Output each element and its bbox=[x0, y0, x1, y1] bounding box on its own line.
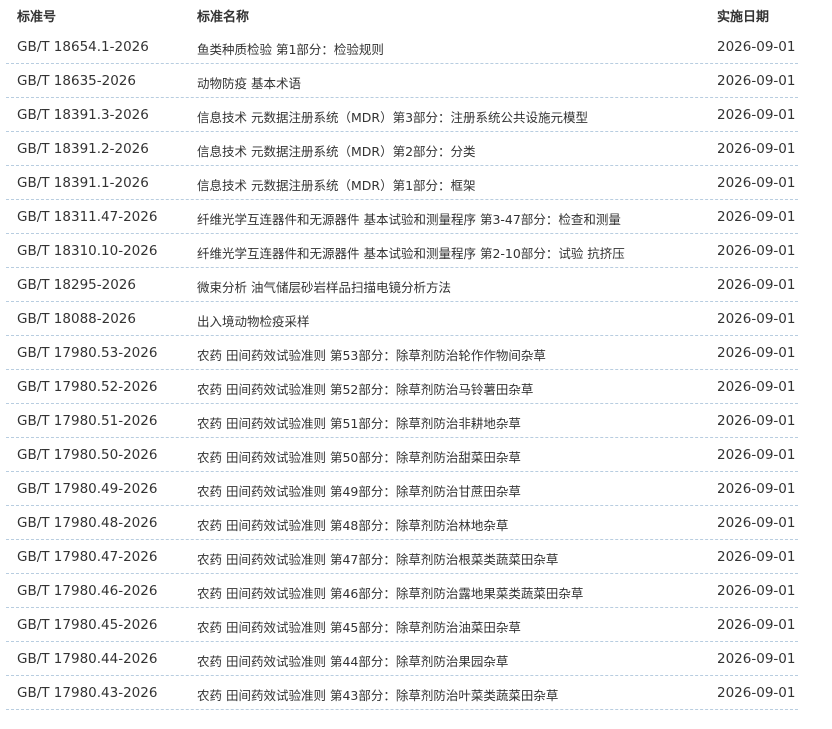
effective-date: 2026-09-01 bbox=[717, 243, 796, 259]
effective-date: 2026-09-01 bbox=[717, 311, 796, 327]
effective-date: 2026-09-01 bbox=[717, 447, 796, 463]
effective-date: 2026-09-01 bbox=[717, 685, 796, 701]
effective-date: 2026-09-01 bbox=[717, 413, 796, 429]
header-standard-name: 标准名称 bbox=[197, 10, 250, 25]
standard-name-link[interactable]: 信息技术 元数据注册系统（MDR）第1部分：框架 bbox=[197, 175, 476, 194]
standard-name-link[interactable]: 出入境动物检疫采样 bbox=[197, 311, 310, 330]
standard-name-link[interactable]: 农药 田间药效试验准则 第44部分：除草剂防治果园杂草 bbox=[197, 651, 508, 670]
effective-date: 2026-09-01 bbox=[717, 175, 796, 191]
standard-number-link[interactable]: GB/T 18391.1-2026 bbox=[17, 175, 149, 191]
standard-name-link[interactable]: 纤维光学互连器件和无源器件 基本试验和测量程序 第2-10部分：试验 抗挤压 bbox=[197, 243, 625, 262]
standard-number-link[interactable]: GB/T 17980.50-2026 bbox=[17, 447, 157, 463]
standard-number-link[interactable]: GB/T 18310.10-2026 bbox=[17, 243, 157, 259]
effective-date: 2026-09-01 bbox=[717, 277, 796, 293]
table-row[interactable]: GB/T 17980.53-2026 农药 田间药效试验准则 第53部分：除草剂防… bbox=[6, 336, 798, 370]
table-row[interactable]: GB/T 17980.50-2026 农药 田间药效试验准则 第50部分：除草剂防… bbox=[6, 438, 798, 472]
effective-date: 2026-09-01 bbox=[717, 39, 796, 55]
standard-name-link[interactable]: 纤维光学互连器件和无源器件 基本试验和测量程序 第3-47部分：检查和测量 bbox=[197, 209, 621, 228]
effective-date: 2026-09-01 bbox=[717, 583, 796, 599]
standard-name-link[interactable]: 农药 田间药效试验准则 第51部分：除草剂防治非耕地杂草 bbox=[197, 413, 521, 432]
table-row[interactable]: GB/T 18391.2-2026 信息技术 元数据注册系统（MDR）第2部分：分… bbox=[6, 132, 798, 166]
table-row[interactable]: GB/T 17980.48-2026 农药 田间药效试验准则 第48部分：除草剂防… bbox=[6, 506, 798, 540]
standard-name-link[interactable]: 农药 田间药效试验准则 第50部分：除草剂防治甜菜田杂草 bbox=[197, 447, 521, 466]
standard-name-link[interactable]: 农药 田间药效试验准则 第43部分：除草剂防治叶菜类蔬菜田杂草 bbox=[197, 685, 558, 704]
effective-date: 2026-09-01 bbox=[717, 107, 796, 123]
table-row[interactable]: GB/T 17980.52-2026 农药 田间药效试验准则 第52部分：除草剂防… bbox=[6, 370, 798, 404]
table-row[interactable]: GB/T 18391.1-2026 信息技术 元数据注册系统（MDR）第1部分：框… bbox=[6, 166, 798, 200]
table-row[interactable]: GB/T 17980.43-2026 农药 田间药效试验准则 第43部分：除草剂防… bbox=[6, 676, 798, 710]
standard-name-link[interactable]: 动物防疫 基本术语 bbox=[197, 73, 301, 92]
table-header: 标准号 标准名称 实施日期 bbox=[6, 0, 798, 30]
effective-date: 2026-09-01 bbox=[717, 617, 796, 633]
standard-name-link[interactable]: 农药 田间药效试验准则 第49部分：除草剂防治甘蔗田杂草 bbox=[197, 481, 521, 500]
standard-number-link[interactable]: GB/T 17980.48-2026 bbox=[17, 515, 157, 531]
standard-number-link[interactable]: GB/T 18391.2-2026 bbox=[17, 141, 149, 157]
table-row[interactable]: GB/T 18310.10-2026 纤维光学互连器件和无源器件 基本试验和测量程… bbox=[6, 234, 798, 268]
table-row[interactable]: GB/T 18635-2026 动物防疫 基本术语 2026-09-01 bbox=[6, 64, 798, 98]
standard-name-link[interactable]: 鱼类种质检验 第1部分：检验规则 bbox=[197, 39, 384, 58]
table-row[interactable]: GB/T 18654.1-2026 鱼类种质检验 第1部分：检验规则 2026-09… bbox=[6, 30, 798, 64]
standard-number-link[interactable]: GB/T 17980.52-2026 bbox=[17, 379, 157, 395]
effective-date: 2026-09-01 bbox=[717, 379, 796, 395]
standard-number-link[interactable]: GB/T 18088-2026 bbox=[17, 311, 136, 327]
table-row[interactable]: GB/T 18311.47-2026 纤维光学互连器件和无源器件 基本试验和测量程… bbox=[6, 200, 798, 234]
table-row[interactable]: GB/T 18088-2026 出入境动物检疫采样 2026-09-01 bbox=[6, 302, 798, 336]
table-row[interactable]: GB/T 17980.46-2026 农药 田间药效试验准则 第46部分：除草剂防… bbox=[6, 574, 798, 608]
table-row[interactable]: GB/T 17980.51-2026 农药 田间药效试验准则 第51部分：除草剂防… bbox=[6, 404, 798, 438]
header-standard-no: 标准号 bbox=[17, 10, 57, 25]
standard-number-link[interactable]: GB/T 17980.44-2026 bbox=[17, 651, 157, 667]
table-row[interactable]: GB/T 17980.45-2026 农药 田间药效试验准则 第45部分：除草剂防… bbox=[6, 608, 798, 642]
table-row[interactable]: GB/T 18391.3-2026 信息技术 元数据注册系统（MDR）第3部分：注… bbox=[6, 98, 798, 132]
standard-number-link[interactable]: GB/T 17980.51-2026 bbox=[17, 413, 157, 429]
standard-number-link[interactable]: GB/T 18391.3-2026 bbox=[17, 107, 149, 123]
standard-number-link[interactable]: GB/T 17980.47-2026 bbox=[17, 549, 157, 565]
standard-number-link[interactable]: GB/T 17980.53-2026 bbox=[17, 345, 157, 361]
standard-name-link[interactable]: 农药 田间药效试验准则 第48部分：除草剂防治林地杂草 bbox=[197, 515, 508, 534]
table-row[interactable]: GB/T 18295-2026 微束分析 油气储层砂岩样品扫描电镜分析方法 2026… bbox=[6, 268, 798, 302]
effective-date: 2026-09-01 bbox=[717, 209, 796, 225]
standard-number-link[interactable]: GB/T 17980.45-2026 bbox=[17, 617, 157, 633]
table-row[interactable]: GB/T 17980.49-2026 农药 田间药效试验准则 第49部分：除草剂防… bbox=[6, 472, 798, 506]
standard-name-link[interactable]: 信息技术 元数据注册系统（MDR）第3部分：注册系统公共设施元模型 bbox=[197, 107, 588, 126]
standard-number-link[interactable]: GB/T 18311.47-2026 bbox=[17, 209, 157, 225]
standard-number-link[interactable]: GB/T 17980.43-2026 bbox=[17, 685, 157, 701]
standard-number-link[interactable]: GB/T 17980.46-2026 bbox=[17, 583, 157, 599]
table-row[interactable]: GB/T 17980.47-2026 农药 田间药效试验准则 第47部分：除草剂防… bbox=[6, 540, 798, 574]
effective-date: 2026-09-01 bbox=[717, 515, 796, 531]
table-row[interactable]: GB/T 17980.44-2026 农药 田间药效试验准则 第44部分：除草剂防… bbox=[6, 642, 798, 676]
standard-name-link[interactable]: 微束分析 油气储层砂岩样品扫描电镜分析方法 bbox=[197, 277, 451, 296]
standard-name-link[interactable]: 农药 田间药效试验准则 第46部分：除草剂防治露地果菜类蔬菜田杂草 bbox=[197, 583, 583, 602]
effective-date: 2026-09-01 bbox=[717, 549, 796, 565]
header-effective-date: 实施日期 bbox=[717, 10, 770, 25]
standard-name-link[interactable]: 农药 田间药效试验准则 第53部分：除草剂防治轮作作物间杂草 bbox=[197, 345, 546, 364]
standard-name-link[interactable]: 农药 田间药效试验准则 第47部分：除草剂防治根菜类蔬菜田杂草 bbox=[197, 549, 558, 568]
effective-date: 2026-09-01 bbox=[717, 481, 796, 497]
effective-date: 2026-09-01 bbox=[717, 345, 796, 361]
standard-name-link[interactable]: 农药 田间药效试验准则 第45部分：除草剂防治油菜田杂草 bbox=[197, 617, 521, 636]
standard-name-link[interactable]: 信息技术 元数据注册系统（MDR）第2部分：分类 bbox=[197, 141, 476, 160]
standard-number-link[interactable]: GB/T 17980.49-2026 bbox=[17, 481, 157, 497]
standard-number-link[interactable]: GB/T 18295-2026 bbox=[17, 277, 136, 293]
effective-date: 2026-09-01 bbox=[717, 73, 796, 89]
standards-table: 标准号 标准名称 实施日期 GB/T 18654.1-2026 鱼类种质检验 第1… bbox=[6, 0, 798, 710]
effective-date: 2026-09-01 bbox=[717, 651, 796, 667]
standard-number-link[interactable]: GB/T 18654.1-2026 bbox=[17, 39, 149, 55]
standard-number-link[interactable]: GB/T 18635-2026 bbox=[17, 73, 136, 89]
standard-name-link[interactable]: 农药 田间药效试验准则 第52部分：除草剂防治马铃薯田杂草 bbox=[197, 379, 533, 398]
effective-date: 2026-09-01 bbox=[717, 141, 796, 157]
table-body: GB/T 18654.1-2026 鱼类种质检验 第1部分：检验规则 2026-09… bbox=[6, 30, 798, 710]
